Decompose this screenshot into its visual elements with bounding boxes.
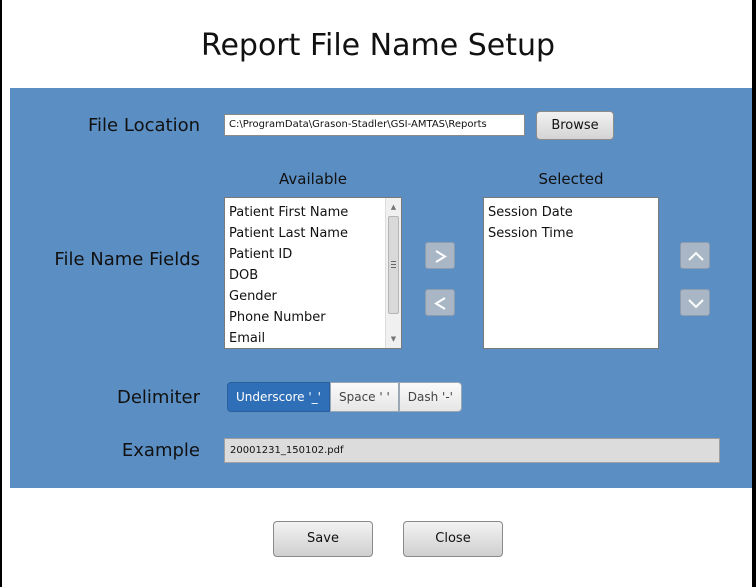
selected-header: Selected [538, 170, 604, 188]
example-filename-field: 20001231_150102.pdf [224, 438, 720, 463]
chevron-right-icon [435, 250, 447, 263]
list-item[interactable]: Session Time [484, 223, 658, 244]
available-fields-list[interactable]: Patient First Name Patient Last Name Pat… [224, 197, 402, 349]
file-name-fields-label: File Name Fields [54, 249, 200, 270]
save-button[interactable]: Save [273, 521, 373, 557]
file-location-field[interactable]: C:\ProgramData\Grason-Stadler\GSI-AMTAS\… [224, 114, 525, 136]
browse-button[interactable]: Browse [536, 111, 614, 140]
list-item[interactable]: Gender [225, 286, 401, 307]
scroll-down-arrow-icon[interactable]: ▼ [386, 332, 401, 346]
file-location-label: File Location [88, 115, 200, 136]
window-border-right [752, 0, 756, 587]
remove-field-button[interactable] [425, 289, 455, 316]
available-header: Available [279, 170, 347, 188]
move-up-button[interactable] [680, 242, 710, 269]
selected-fields-list[interactable]: Session Date Session Time [483, 197, 659, 349]
close-button[interactable]: Close [403, 521, 503, 557]
list-item[interactable]: Email [225, 328, 401, 348]
delimiter-option-underscore[interactable]: Underscore '_' [227, 382, 330, 412]
move-down-button[interactable] [680, 289, 710, 316]
page-title: Report File Name Setup [200, 28, 556, 63]
window-border-left [0, 0, 2, 587]
list-item[interactable]: Patient Last Name [225, 223, 401, 244]
grip-icon [391, 261, 396, 270]
list-item[interactable]: Patient First Name [225, 202, 401, 223]
chevron-left-icon [434, 297, 446, 310]
example-label: Example [121, 440, 200, 461]
scroll-up-arrow-icon[interactable]: ▲ [386, 200, 401, 214]
scroll-thumb[interactable] [388, 216, 399, 314]
chevron-down-icon [688, 299, 704, 309]
delimiter-option-dash[interactable]: Dash '-' [398, 382, 462, 412]
delimiter-option-space[interactable]: Space ' ' [329, 382, 399, 412]
delimiter-label: Delimiter [116, 387, 200, 408]
list-item[interactable]: Session Date [484, 202, 658, 223]
available-scrollbar[interactable]: ▲ ▼ [385, 198, 401, 348]
list-item[interactable]: Patient ID [225, 244, 401, 265]
delimiter-selector: Underscore '_' Space ' ' Dash '-' [227, 382, 462, 412]
chevron-up-icon [688, 251, 704, 261]
add-field-button[interactable] [425, 242, 455, 269]
list-item[interactable]: Phone Number [225, 307, 401, 328]
list-item[interactable]: DOB [225, 265, 401, 286]
